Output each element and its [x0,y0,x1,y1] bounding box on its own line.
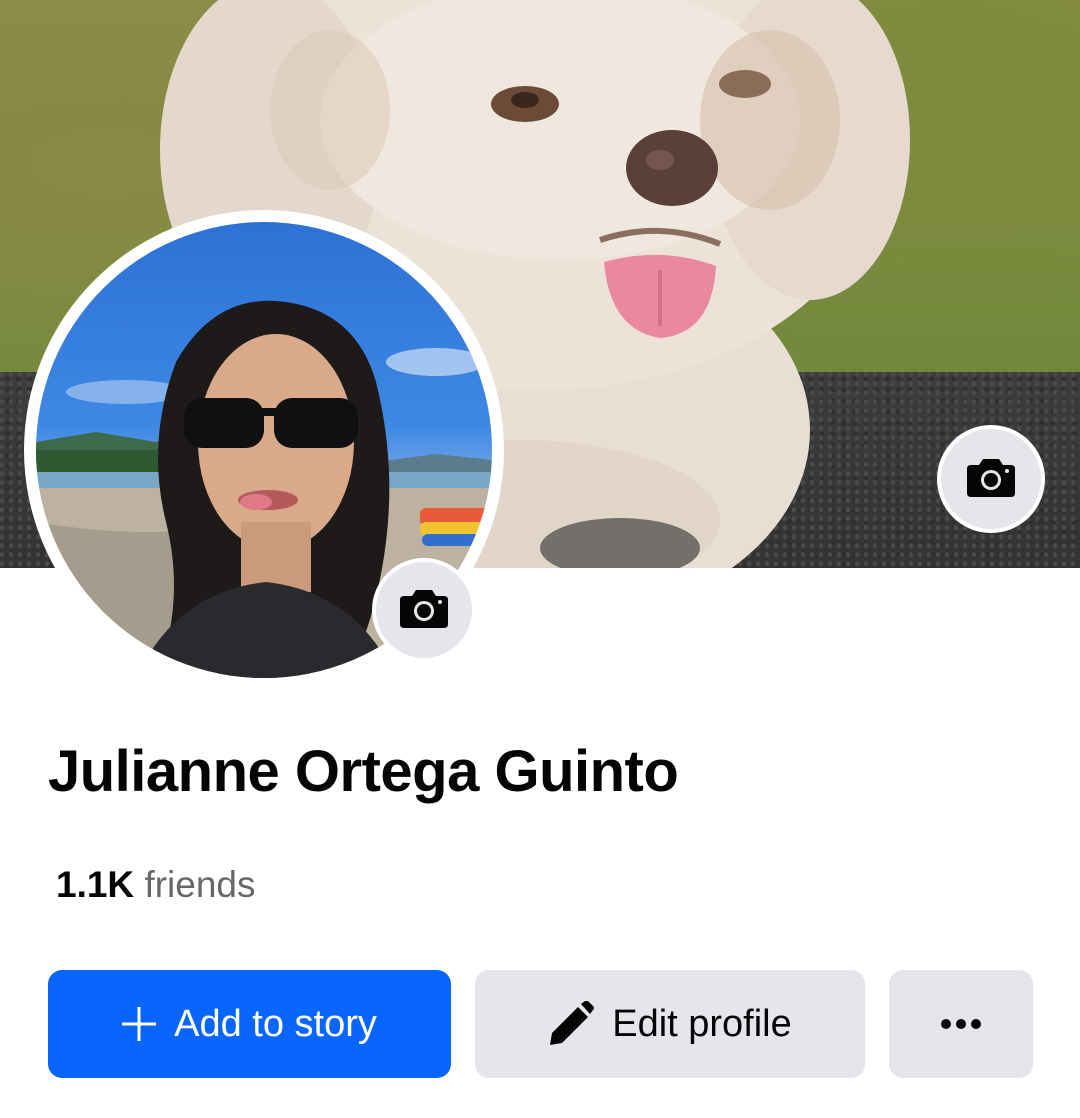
more-options-button[interactable] [889,970,1033,1078]
camera-icon [400,588,448,633]
friends-summary[interactable]: 1.1K friends [56,862,256,908]
add-to-story-label: Add to story [174,1002,377,1045]
cover-camera-button[interactable] [937,425,1045,533]
camera-icon [967,457,1015,502]
edit-profile-label: Edit profile [612,1002,792,1045]
pencil-icon [548,1001,595,1047]
friends-count: 1.1K [56,864,135,905]
edit-profile-button[interactable]: Edit profile [475,970,865,1078]
plus-icon [122,1007,157,1041]
avatar-camera-button[interactable] [372,558,476,662]
profile-name: Julianne Ortega Guinto [48,739,679,804]
more-dots-icon [940,1018,982,1030]
add-to-story-button[interactable]: Add to story [48,970,451,1078]
friends-label: friends [144,864,256,905]
